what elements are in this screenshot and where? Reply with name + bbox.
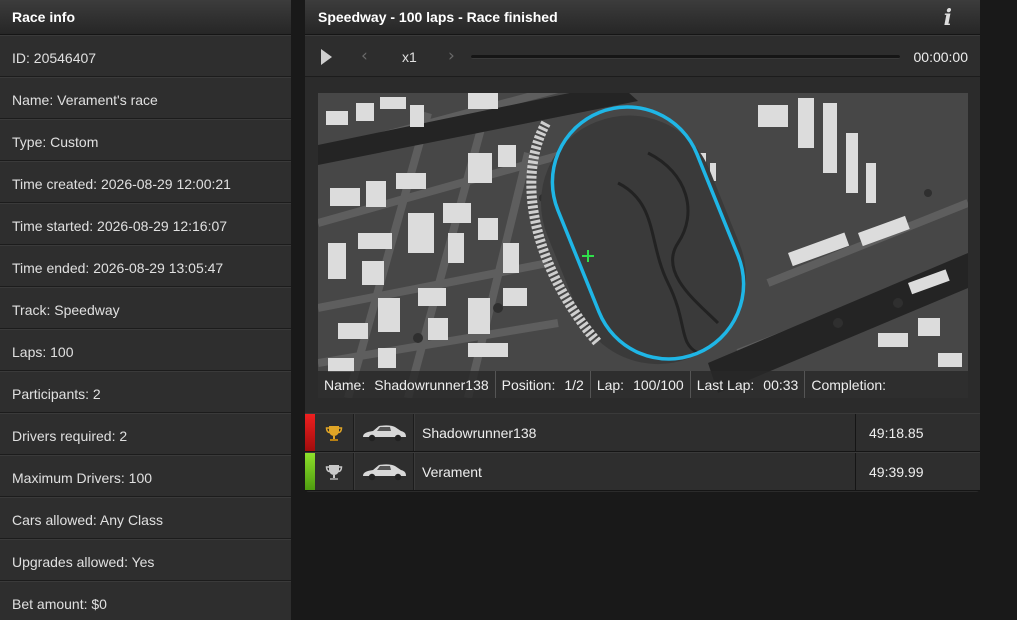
time-started: Time started: 2026-08-29 12:16:07 xyxy=(0,203,291,245)
participants: Participants: 2 xyxy=(0,371,291,413)
race-viewer-panel: Speedway - 100 laps - Race finished i ‹ … xyxy=(305,0,980,492)
bet-amount: Bet amount: $0 xyxy=(0,581,291,620)
gold-trophy-icon xyxy=(315,414,354,451)
chevron-left-icon[interactable]: ‹ xyxy=(361,46,368,66)
status-position: Position: 1/2 xyxy=(496,371,591,398)
laps: Laps: 100 xyxy=(0,329,291,371)
replay-time: 00:00:00 xyxy=(913,49,969,65)
status-last-lap-value: 00:33 xyxy=(763,377,799,393)
silver-trophy-icon xyxy=(315,453,354,490)
status-stripe xyxy=(305,414,315,451)
upgrades-allowed: Upgrades allowed: Yes xyxy=(0,539,291,581)
status-name: Name: Shadowrunner138 xyxy=(318,371,496,398)
table-row[interactable]: Verament 49:39.99 xyxy=(305,452,980,491)
track-map-image xyxy=(318,93,968,398)
race-title: Speedway - 100 laps - Race finished xyxy=(318,9,558,25)
race-info-panel: Race info ID: 20546407 Name: Verament's … xyxy=(0,0,291,620)
race-type: Type: Custom xyxy=(0,119,291,161)
replay-progress-slider[interactable] xyxy=(471,55,900,59)
table-row[interactable]: Shadowrunner138 49:18.85 xyxy=(305,413,980,452)
speed-selector[interactable]: x1 xyxy=(402,49,417,65)
maximum-drivers: Maximum Drivers: 100 xyxy=(0,455,291,497)
car-icon xyxy=(354,453,414,490)
time-created: Time created: 2026-08-29 12:00:21 xyxy=(0,161,291,203)
driver-status-bar: Name: Shadowrunner138 Position: 1/2 Lap: 10… xyxy=(318,371,968,398)
status-lap-value: 100/100 xyxy=(633,377,684,393)
status-position-value: 1/2 xyxy=(564,377,584,393)
race-name: Name: Verament's race xyxy=(0,77,291,119)
race-map: Name: Shadowrunner138 Position: 1/2 Lap: 10… xyxy=(318,93,968,398)
play-icon[interactable] xyxy=(321,49,332,65)
status-stripe xyxy=(305,453,315,490)
car-icon xyxy=(354,414,414,451)
info-icon[interactable]: i xyxy=(944,1,952,35)
results-table: Shadowrunner138 49:18.85 Verament 49:39.… xyxy=(305,413,980,491)
replay-controls: ‹ x1 › 00:00:00 xyxy=(305,35,980,77)
cars-allowed: Cars allowed: Any Class xyxy=(0,497,291,539)
race-id: ID: 20546407 xyxy=(0,35,291,77)
time-ended: Time ended: 2026-08-29 13:05:47 xyxy=(0,245,291,287)
status-last-lap: Last Lap: 00:33 xyxy=(691,371,806,398)
race-info-title: Race info xyxy=(0,0,291,35)
status-name-value: Shadowrunner138 xyxy=(374,377,489,393)
driver-name: Verament xyxy=(414,453,855,490)
track-name: Track: Speedway xyxy=(0,287,291,329)
driver-time: 49:39.99 xyxy=(855,453,980,490)
driver-name: Shadowrunner138 xyxy=(414,414,855,451)
drivers-required: Drivers required: 2 xyxy=(0,413,291,455)
status-completion: Completion: xyxy=(811,377,887,393)
race-header: Speedway - 100 laps - Race finished i xyxy=(305,0,980,35)
status-lap: Lap: 100/100 xyxy=(591,371,691,398)
driver-time: 49:18.85 xyxy=(855,414,980,451)
chevron-right-icon[interactable]: › xyxy=(448,46,455,66)
